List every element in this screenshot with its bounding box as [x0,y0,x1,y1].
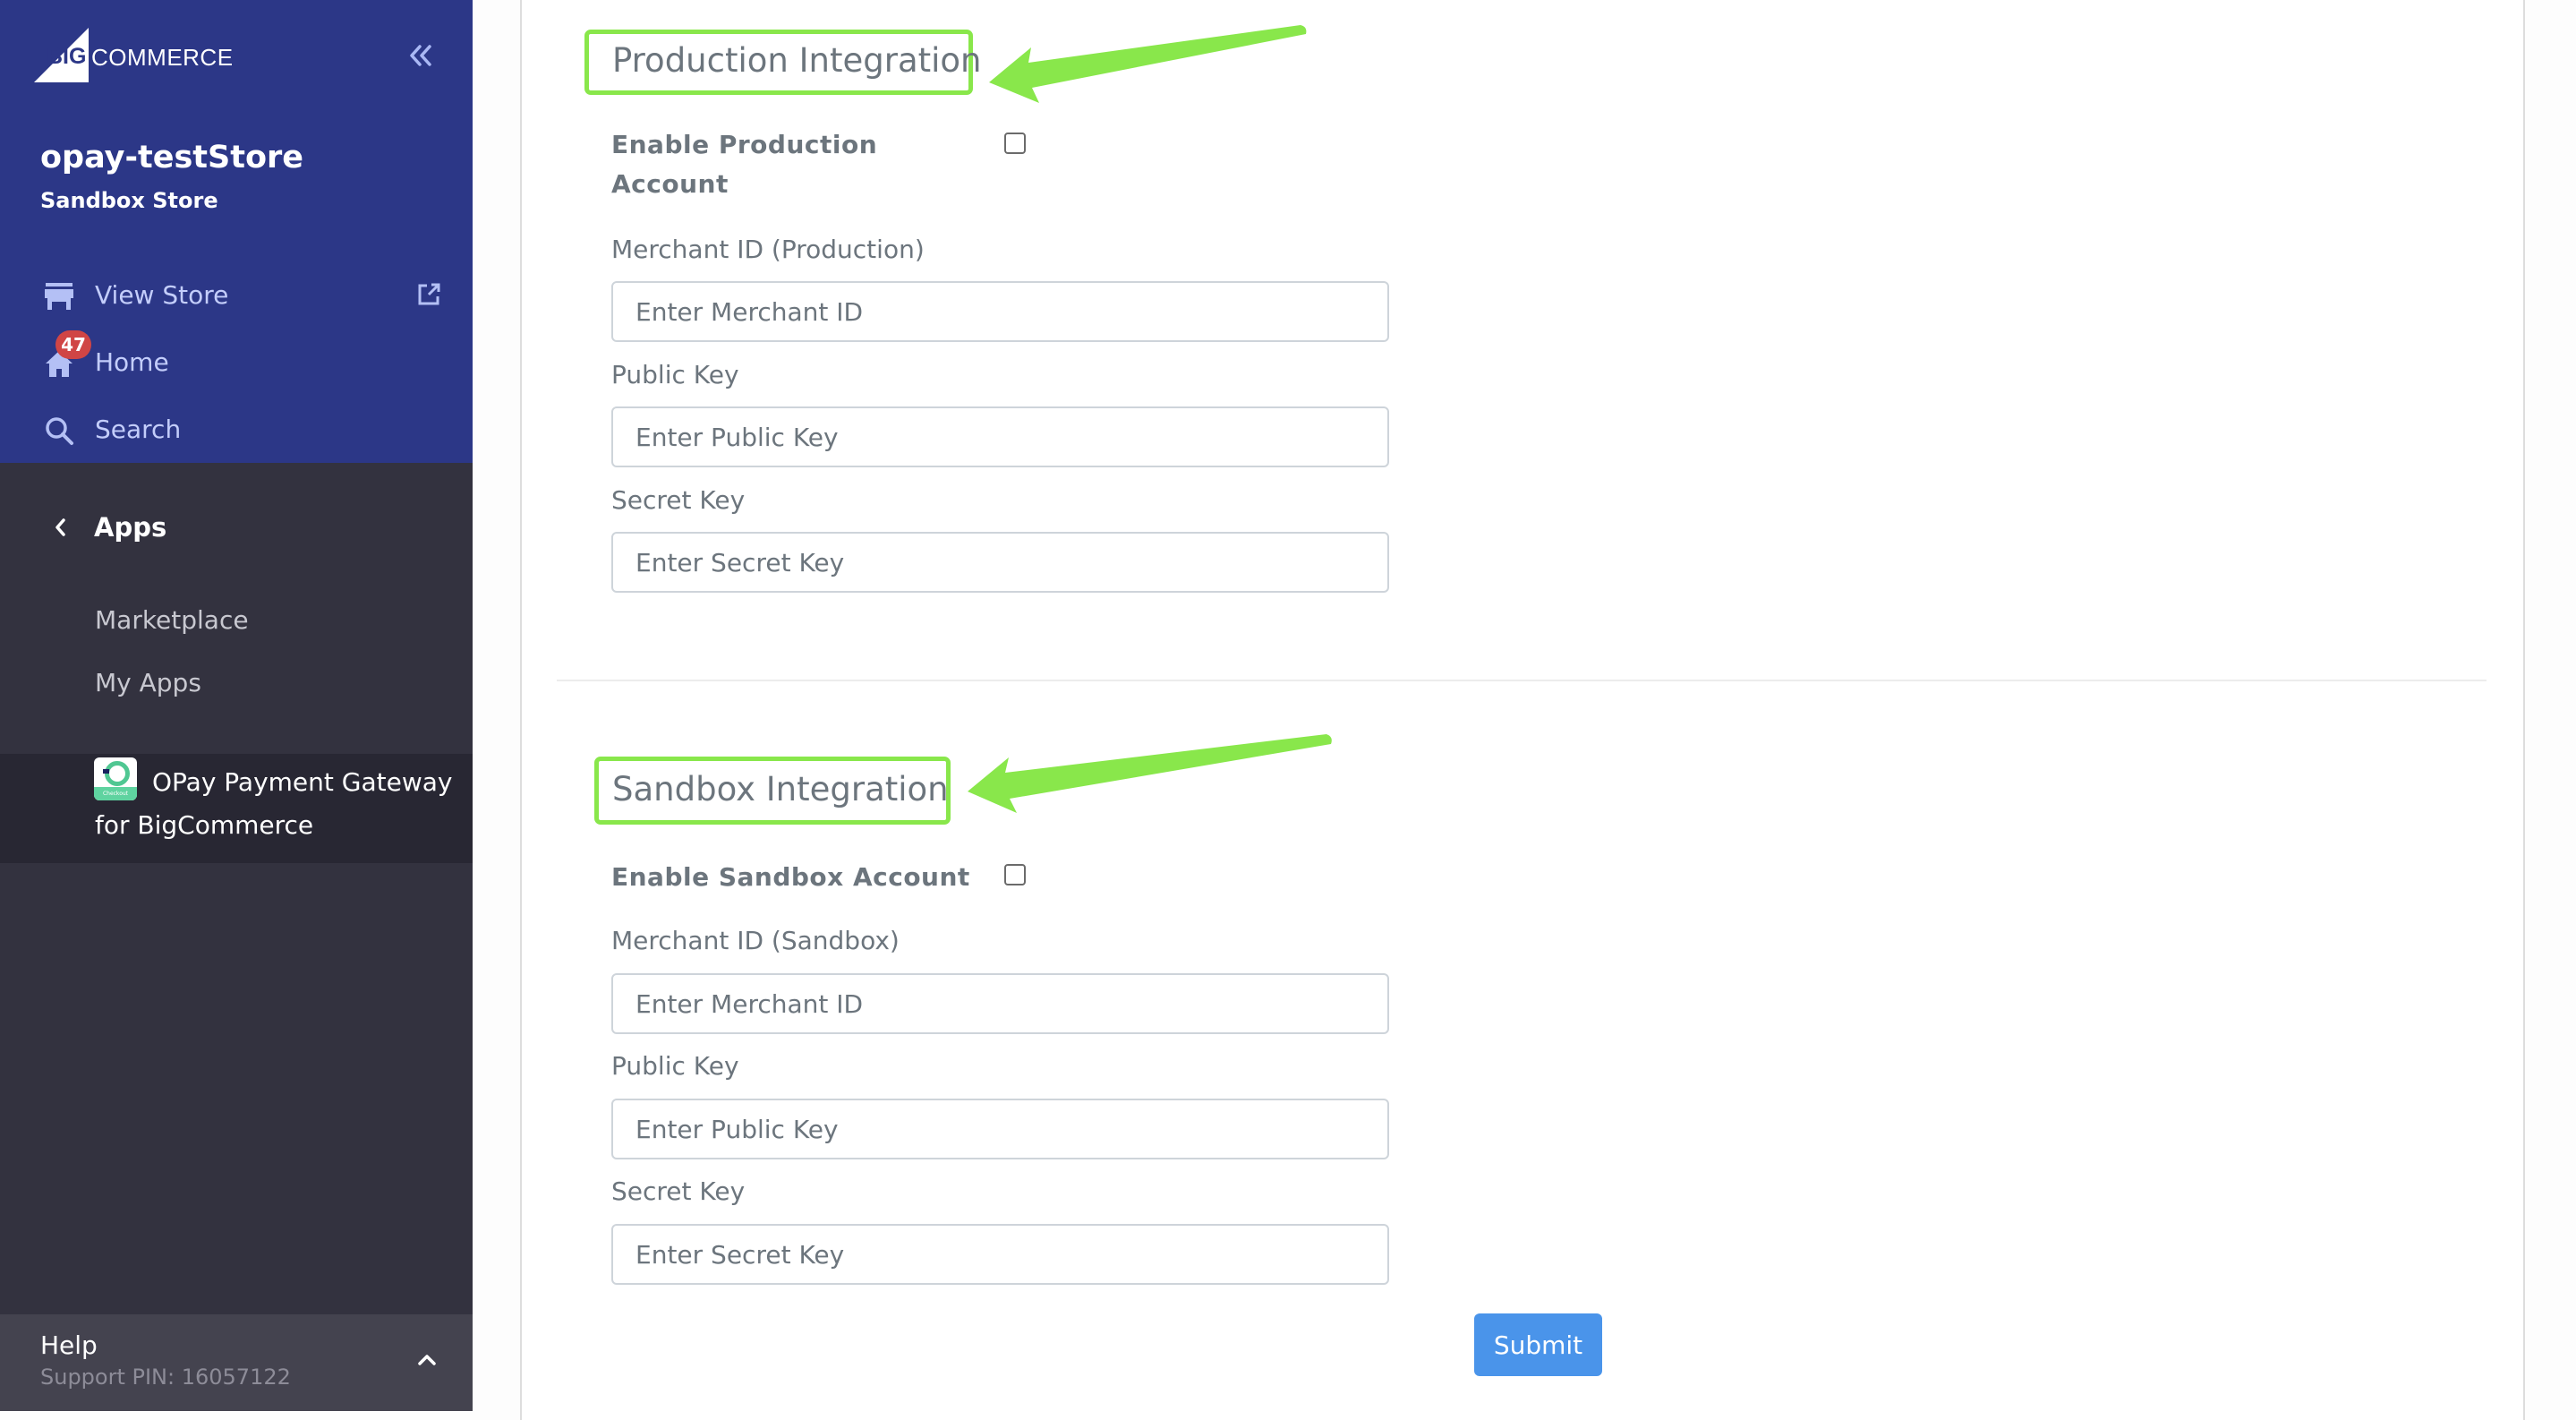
settings-card [520,0,2525,1420]
chevron-left-icon [55,518,65,536]
sidebar-item-marketplace[interactable]: Marketplace [95,605,249,635]
sidebar-section-apps[interactable]: Apps [0,501,473,555]
merchant-id-sandbox-label: Merchant ID (Sandbox) [611,926,900,955]
help-title: Help [40,1330,98,1360]
store-name: opay-testStore [40,140,303,175]
enable-sandbox-checkbox[interactable] [1004,864,1026,885]
merchant-id-production-input[interactable] [611,281,1389,342]
app-name: OPay Payment Gateway for BigCommerce [95,767,453,840]
sidebar-item-label: Search [95,415,182,444]
enable-production-checkbox[interactable] [1004,133,1026,154]
collapse-sidebar-button[interactable] [405,39,437,72]
external-link-icon[interactable] [416,282,441,307]
logo-commerce-text: COMMERCE [91,44,234,71]
logo-big-text: BIG [47,44,87,69]
sidebar-item-label: Home [95,347,169,377]
sidebar-item-opay-app[interactable]: Checkout OPay Payment Gateway for BigCom… [0,754,473,863]
sidebar: BIG COMMERCE opay-testStore Sandbox Stor… [0,0,473,1411]
public-key-sandbox-label: Public Key [611,1051,739,1081]
secret-key-production-input[interactable] [611,532,1389,593]
sidebar-item-view-store[interactable]: View Store [0,269,473,322]
public-key-production-input[interactable] [611,406,1389,467]
secret-key-sandbox-input[interactable] [611,1224,1389,1285]
sidebar-item-label: View Store [95,280,229,310]
support-pin: Support PIN: 16057122 [40,1364,291,1390]
store-type: Sandbox Store [40,188,218,213]
submit-button[interactable]: Submit [1474,1313,1602,1376]
notification-badge: 47 [55,330,91,359]
enable-production-label: Enable Production Account [611,130,878,199]
help-footer[interactable]: Help Support PIN: 16057122 [0,1314,473,1411]
chevron-up-icon[interactable] [416,1350,438,1368]
public-key-production-label: Public Key [611,360,739,389]
sidebar-item-search[interactable]: Search [0,403,473,457]
sidebar-section-label: Apps [94,512,167,543]
merchant-id-production-label: Merchant ID (Production) [611,235,925,264]
enable-sandbox-label: Enable Sandbox Account [611,862,970,892]
production-title: Production Integration [612,41,982,80]
storefront-icon [45,283,73,310]
public-key-sandbox-input[interactable] [611,1099,1389,1159]
merchant-id-sandbox-input[interactable] [611,973,1389,1034]
sandbox-title: Sandbox Integration [612,770,949,808]
double-chevron-left-icon [410,45,431,66]
sidebar-item-my-apps[interactable]: My Apps [95,668,201,697]
secret-key-production-label: Secret Key [611,485,746,515]
sidebar-header: BIG COMMERCE opay-testStore Sandbox Stor… [0,0,473,463]
search-icon [46,417,73,445]
secret-key-sandbox-label: Secret Key [611,1176,746,1206]
section-divider [557,680,2486,681]
